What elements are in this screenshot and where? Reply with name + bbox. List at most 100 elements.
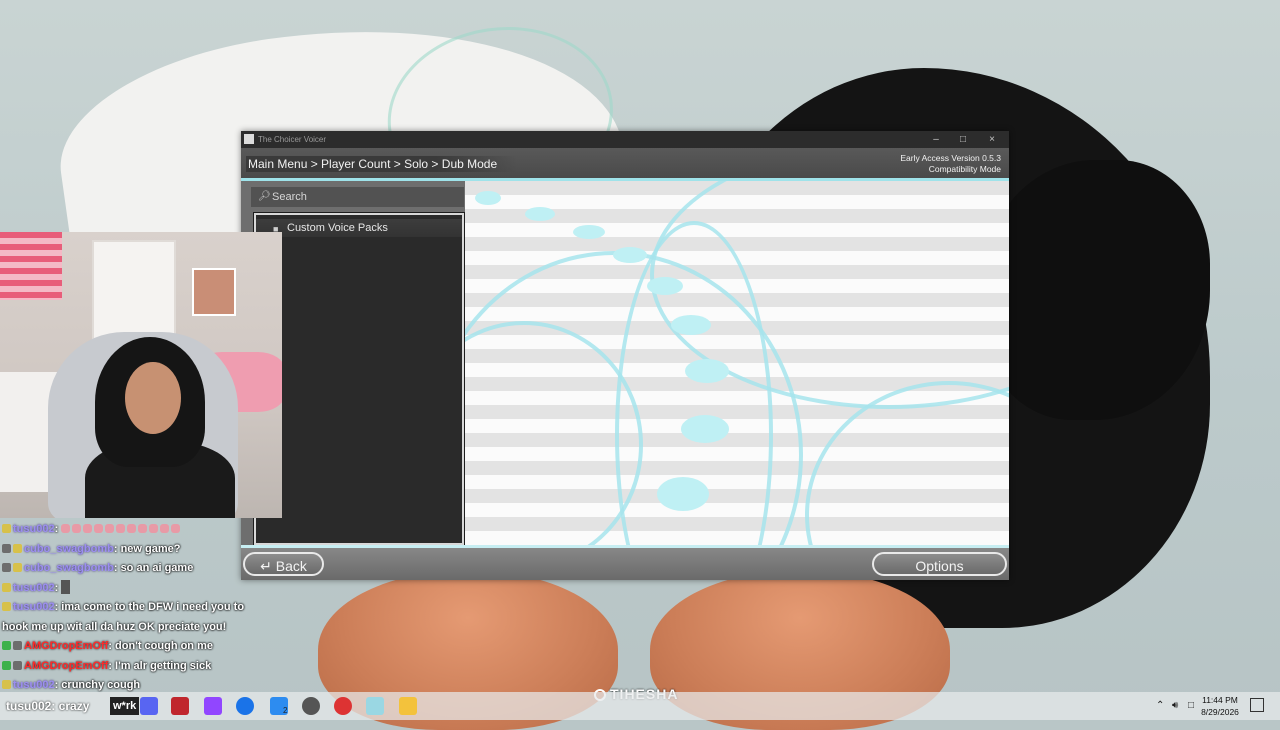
emote-icon [105, 524, 115, 533]
badge-icon [2, 543, 11, 553]
app-window: The Choicer Voicer – □ × Main Menu > Pla… [241, 131, 1009, 580]
sub-badge-icon [2, 602, 11, 611]
chevron-up-icon[interactable]: ⌃ [1156, 692, 1164, 720]
recording-icon[interactable] [334, 697, 352, 715]
chat-username: AMGDropEmOff [24, 640, 109, 652]
bottom-bar: ↵ Back Options [241, 545, 1009, 580]
chat-message: AMGDropEmOff: I'm alr getting sick [2, 657, 302, 677]
app-shortcut-icon[interactable] [171, 697, 189, 715]
file-explorer-icon[interactable] [399, 697, 417, 715]
choicer-voicer-taskbar-icon[interactable] [366, 697, 384, 715]
chat-message: cubo_swagbomb: new game? [2, 540, 302, 560]
options-button[interactable]: Options [872, 552, 1007, 576]
emote-icon [149, 524, 159, 533]
chat-text: : so an ai game [113, 562, 194, 574]
search-placeholder: Search [272, 191, 307, 203]
decor-dot [681, 415, 729, 443]
list-item-custom-voice-packs[interactable]: ■ Custom Voice Packs [256, 219, 462, 237]
chat-message: cubo_swagbomb: so an ai game [2, 559, 302, 579]
chat-username: AMGDropEmOff [24, 659, 109, 672]
app-header: Main Menu > Player Count > Solo > Dub Mo… [241, 148, 1009, 178]
cam-flag [0, 232, 62, 300]
emote-icon [94, 524, 104, 533]
emote-icon [127, 524, 137, 533]
decor-dot [613, 247, 647, 263]
chat-text: : [54, 581, 59, 594]
taskbar-chat-overflow: tusu002: crazy [6, 699, 90, 713]
chat-text: : I'm alr getting sick [108, 659, 212, 672]
cam-person-face [125, 362, 181, 434]
window-titlebar[interactable]: The Choicer Voicer – □ × [241, 131, 1009, 148]
version-info: Early Access Version 0.5.3 Compatibility… [900, 153, 1001, 175]
version-label: Early Access Version 0.5.3 [900, 153, 1001, 163]
chat-text: : don't cough on me [108, 640, 213, 652]
chat-message: AMGDropEmOff: don't cough on me [2, 637, 302, 657]
preview-panel [465, 181, 1009, 545]
emote-icon [72, 524, 82, 533]
mixer-icon[interactable] [302, 697, 320, 715]
sub-badge-icon [2, 680, 11, 689]
chat-username: cubo_swagbomb [24, 562, 114, 574]
twitch-icon[interactable] [204, 697, 222, 715]
chat-text: : new game? [113, 542, 181, 555]
decor-dot [685, 359, 729, 383]
clock-date: 8/29/2026 [1201, 707, 1239, 717]
badge-icon [13, 641, 22, 650]
maximize-button[interactable]: □ [950, 131, 976, 148]
chat-message: tusu002: [2, 579, 302, 599]
sub-badge-icon [13, 543, 22, 553]
breadcrumb: Main Menu > Player Count > Solo > Dub Mo… [246, 156, 518, 172]
sub-badge-icon [2, 582, 11, 592]
chat-username: tusu002 [13, 581, 55, 594]
mod-badge-icon [2, 641, 11, 650]
discord-icon[interactable] [140, 697, 158, 715]
chat-message: tusu002: [2, 520, 302, 540]
emote-icon [116, 524, 126, 533]
webcam-overlay [0, 232, 282, 518]
chat-username: tusu002 [13, 601, 55, 613]
chat-text: : ima come to the DFW i need you to [54, 601, 245, 613]
sub-badge-icon [2, 524, 11, 533]
window-title: The Choicer Voicer [258, 135, 327, 144]
chat-username: cubo_swagbomb [24, 542, 114, 555]
badge-icon [13, 660, 22, 670]
list-item-label: Custom Voice Packs [287, 222, 388, 234]
chat-message: tusu002: ima come to the DFW i need you … [2, 598, 302, 618]
notification-icon[interactable] [1250, 698, 1264, 712]
minimize-button[interactable]: – [923, 131, 949, 148]
emote-icon [138, 524, 148, 533]
search-input[interactable]: 🔎︎ Search [251, 187, 464, 207]
app-icon [244, 134, 254, 144]
decor-dot [573, 225, 605, 239]
decor-dot [671, 315, 711, 335]
decor-dot [647, 277, 683, 295]
taskbar: tusu002: crazy w*rk 2 ⌃ 🔊︎ □ 11:44 PM 8/… [0, 692, 1280, 720]
mod-badge-icon [2, 660, 11, 670]
chat-text: hook me up wit all da huz OK preciate yo… [2, 620, 227, 633]
network-icon[interactable]: □ [1188, 692, 1194, 720]
compatibility-label: Compatibility Mode [928, 164, 1001, 174]
browser-icon[interactable] [236, 697, 254, 715]
decor-dot [657, 477, 709, 511]
chat-message-continued: hook me up wit all da huz OK preciate yo… [2, 618, 302, 638]
chat-username: tusu002 [13, 679, 55, 691]
emote-icon [171, 524, 181, 533]
taskbar-work-label[interactable]: w*rk [110, 697, 140, 715]
clock-time: 11:44 PM [1202, 695, 1238, 705]
volume-icon[interactable]: 🔊︎ [1172, 692, 1178, 720]
chat-username: tusu002 [13, 523, 55, 535]
close-button[interactable]: × [979, 131, 1005, 148]
taskbar-badge-count: 2 [283, 706, 288, 715]
voice-pack-list: ■ Custom Voice Packs [254, 213, 464, 545]
chat-text: : crunchy cough [54, 679, 141, 691]
search-icon: 🔎︎ [258, 191, 271, 202]
emote-icon [83, 524, 93, 533]
badge-icon [2, 563, 11, 572]
wallpaper-black-shape-2 [980, 160, 1210, 420]
cam-picture-frame [192, 268, 236, 316]
taskbar-clock[interactable]: 11:44 PM 8/29/2026 [1196, 694, 1244, 718]
emote-icon [160, 524, 170, 533]
chat-overlay: tusu002: cubo_swagbomb: new game? cubo_s… [2, 520, 302, 696]
decor-dot [525, 207, 555, 221]
sub-badge-icon [13, 563, 22, 572]
